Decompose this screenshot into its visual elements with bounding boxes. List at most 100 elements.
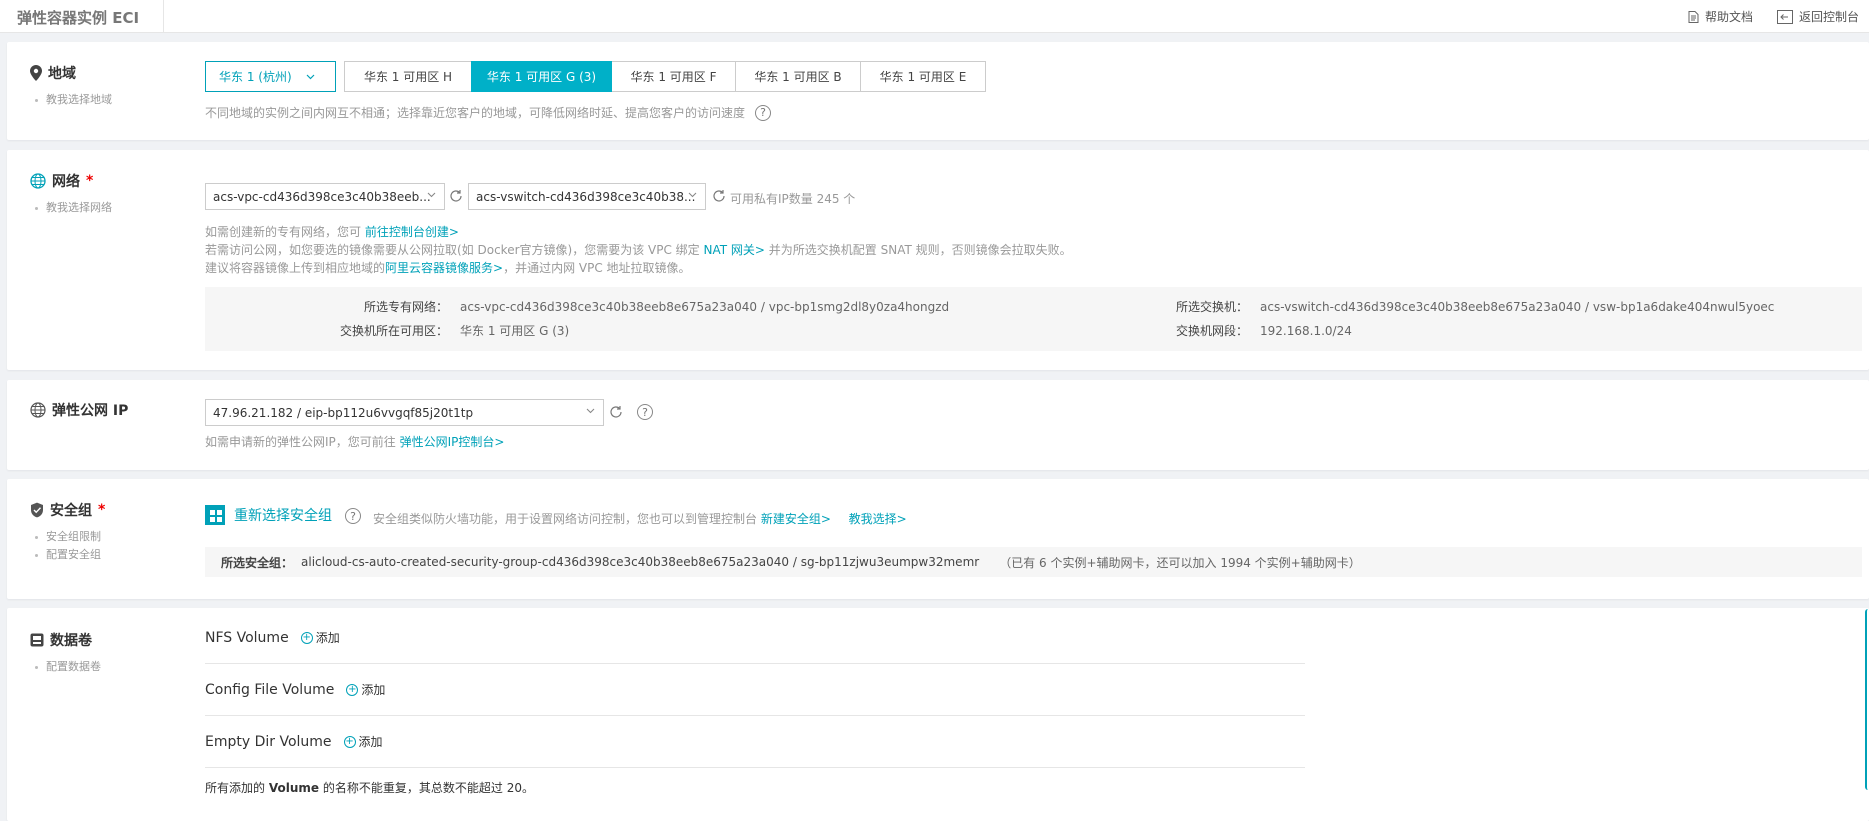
refresh-icon[interactable] xyxy=(712,189,726,203)
security-limit-link[interactable]: 安全组限制 xyxy=(35,528,101,546)
globe-icon xyxy=(30,173,46,189)
network-heading: 网络 * xyxy=(30,171,93,191)
eip-hint-text: 如需申请新的弹性公网IP，您可前往 xyxy=(205,435,396,449)
network-subs: 教我选择网络 xyxy=(35,199,112,217)
selected-vpc-label: 所选专有网络： xyxy=(364,300,449,314)
plus-circle-icon: + xyxy=(346,683,359,696)
volume-note-bold: Volume xyxy=(268,781,320,795)
security-desc: 安全组类似防火墙功能，用于设置网络访问控制，您也可以到管理控制台 新建安全组> … xyxy=(373,510,907,527)
title-divider xyxy=(163,0,164,33)
nat-gateway-link[interactable]: NAT 网关> xyxy=(703,243,764,257)
region-subs: 教我选择地域 xyxy=(35,91,112,109)
region-hint: 不同地域的实例之间内网互不相通；选择靠近您客户的地域，可降低网络时延、提高您客户… xyxy=(205,104,772,121)
region-heading: 地域 xyxy=(30,63,76,83)
volumes-title: 数据卷 xyxy=(50,633,92,649)
help-docs-link[interactable]: 帮助文档 xyxy=(1688,8,1753,25)
vswitch-select-value: acs-vswitch-cd436d398ce3c40b38... xyxy=(476,189,696,204)
region-select-value: 华东 1 (杭州) xyxy=(219,70,292,84)
return-console-label: 返回控制台 xyxy=(1799,10,1860,24)
security-section xyxy=(7,479,1869,599)
region-select[interactable]: 华东 1 (杭州) xyxy=(205,61,336,92)
vswitch-select[interactable]: acs-vswitch-cd436d398ce3c40b38... xyxy=(468,183,706,210)
help-question-icon[interactable]: ? xyxy=(755,104,772,121)
teach-region-link[interactable]: 教我选择地域 xyxy=(35,91,112,109)
zone-g-button[interactable]: 华东 1 可用区 G (3) xyxy=(471,61,612,92)
network-line-1-text: 如需创建新的专有网络，您可 xyxy=(205,225,362,239)
selected-security-group-label: 所选安全组： xyxy=(221,555,294,570)
top-bar: 弹性容器实例 ECI 帮助文档 返回控制台 xyxy=(0,0,1869,33)
security-desc-text: 安全组类似防火墙功能，用于设置网络访问控制，您也可以到管理控制台 xyxy=(373,512,758,526)
network-line-3: 建议将容器镜像上传到相应地域的阿里云容器镜像服务>，并通过内网 VPC 地址拉取… xyxy=(205,259,691,276)
config-file-volume-label: Config File Volume xyxy=(205,681,335,698)
vswitch-zone-label: 交换机所在可用区： xyxy=(340,324,449,338)
zone-h-button[interactable]: 华东 1 可用区 H xyxy=(344,61,472,92)
chevron-down-icon xyxy=(306,74,315,79)
vswitch-zone-row: 交换机所在可用区： 华东 1 可用区 G (3) xyxy=(340,322,569,339)
eip-select[interactable]: 47.96.21.182 / eip-bp112u6vvgqf85j20t1tp xyxy=(205,399,604,426)
zone-f-button[interactable]: 华东 1 可用区 F xyxy=(611,61,736,92)
add-label: 添加 xyxy=(361,683,386,697)
ip-available-text: 可用私有IP数量 245 个 xyxy=(730,192,856,206)
volumes-heading: 数据卷 xyxy=(30,630,92,650)
security-title: 安全组 xyxy=(50,503,92,519)
selected-vswitch-label: 所选交换机： xyxy=(1176,300,1249,314)
add-empty-dir-volume-button[interactable]: + 添加 xyxy=(343,733,383,750)
vswitch-zone-value: 华东 1 可用区 G (3) xyxy=(460,324,570,338)
add-config-file-volume-button[interactable]: + 添加 xyxy=(346,681,385,698)
add-nfs-volume-button[interactable]: + 添加 xyxy=(300,629,340,646)
create-vpc-link[interactable]: 前往控制台创建> xyxy=(365,225,459,239)
volume-note-post: ，其总数不能超过 20。 xyxy=(406,781,534,795)
selected-vpc-row: 所选专有网络： acs-vpc-cd436d398ce3c40b38eeb8e67… xyxy=(364,298,949,315)
teach-network-link[interactable]: 教我选择网络 xyxy=(35,199,112,217)
chevron-down-icon xyxy=(688,192,697,198)
location-pin-icon xyxy=(30,65,42,81)
eip-title: 弹性公网 IP xyxy=(52,403,129,419)
eip-console-link[interactable]: 弹性公网IP控制台> xyxy=(400,435,505,449)
config-file-volume-row: Config File Volume + 添加 xyxy=(205,664,1305,716)
plus-circle-icon: + xyxy=(300,631,313,644)
new-security-group-link[interactable]: 新建安全组> xyxy=(761,512,831,526)
zone-b-button[interactable]: 华东 1 可用区 B xyxy=(735,61,861,92)
storage-icon xyxy=(30,633,44,647)
eip-help-icon[interactable]: ? xyxy=(637,404,653,420)
selected-vswitch-row: 所选交换机： acs-vswitch-cd436d398ce3c40b38eeb8… xyxy=(1176,298,1774,315)
return-console-link[interactable]: 返回控制台 xyxy=(1777,8,1859,25)
add-label: 添加 xyxy=(358,735,383,749)
security-group-capacity: （已有 6 个实例+辅助网卡，还可以加入 1994 个实例+辅助网卡） xyxy=(999,555,1361,570)
help-docs-label: 帮助文档 xyxy=(1705,10,1754,24)
chevron-down-icon xyxy=(427,192,436,198)
eip-select-value: 47.96.21.182 / eip-bp112u6vvgqf85j20t1tp xyxy=(213,405,474,420)
refresh-icon[interactable] xyxy=(449,189,463,203)
network-summary-box xyxy=(205,287,1862,351)
shield-icon xyxy=(31,502,43,518)
empty-dir-volume-row: Empty Dir Volume + 添加 xyxy=(205,716,1305,768)
refresh-icon[interactable] xyxy=(609,405,623,419)
vswitch-cidr-row: 交换机网段： 192.168.1.0/24 xyxy=(1176,322,1352,339)
security-heading: 安全组 * xyxy=(30,500,105,520)
nfs-volume-label: NFS Volume xyxy=(205,629,289,646)
globe-icon xyxy=(30,402,46,418)
configure-volumes-link[interactable]: 配置数据卷 xyxy=(35,658,101,676)
side-scroll-indicator[interactable] xyxy=(1865,609,1869,790)
volume-note-pre: 所有添加的 xyxy=(205,781,266,795)
security-subs: 安全组限制 配置安全组 xyxy=(35,528,101,564)
zone-e-button[interactable]: 华东 1 可用区 E xyxy=(860,61,986,92)
network-line-2-text: 若需访问公网，如您要选的镜像需要从公网拉取(如 Docker官方镜像)，您需要为… xyxy=(205,243,700,257)
container-registry-link[interactable]: 阿里云容器镜像服务> xyxy=(385,261,503,275)
vpc-select[interactable]: acs-vpc-cd436d398ce3c40b38eeb... xyxy=(205,183,445,210)
reselect-security-group-button[interactable]: 重新选择安全组 xyxy=(205,505,332,525)
plus-circle-icon: + xyxy=(343,735,356,748)
reselect-security-group-label: 重新选择安全组 xyxy=(234,508,332,524)
vswitch-cidr-value: 192.168.1.0/24 xyxy=(1260,324,1352,338)
nfs-volume-row: NFS Volume + 添加 xyxy=(205,612,1305,664)
teach-security-link[interactable]: 教我选择> xyxy=(849,512,907,526)
volume-note: 所有添加的 Volume 的名称不能重复，其总数不能超过 20。 xyxy=(205,779,534,796)
return-icon xyxy=(1777,9,1793,24)
required-marker: * xyxy=(86,173,94,189)
volumes-subs: 配置数据卷 xyxy=(35,658,101,676)
network-title: 网络 xyxy=(52,174,80,190)
security-help-icon[interactable]: ? xyxy=(345,508,361,524)
configure-security-link[interactable]: 配置安全组 xyxy=(35,546,101,564)
selected-security-group-value: alicloud-cs-auto-created-security-group-… xyxy=(301,555,980,569)
grid-icon xyxy=(205,505,225,525)
